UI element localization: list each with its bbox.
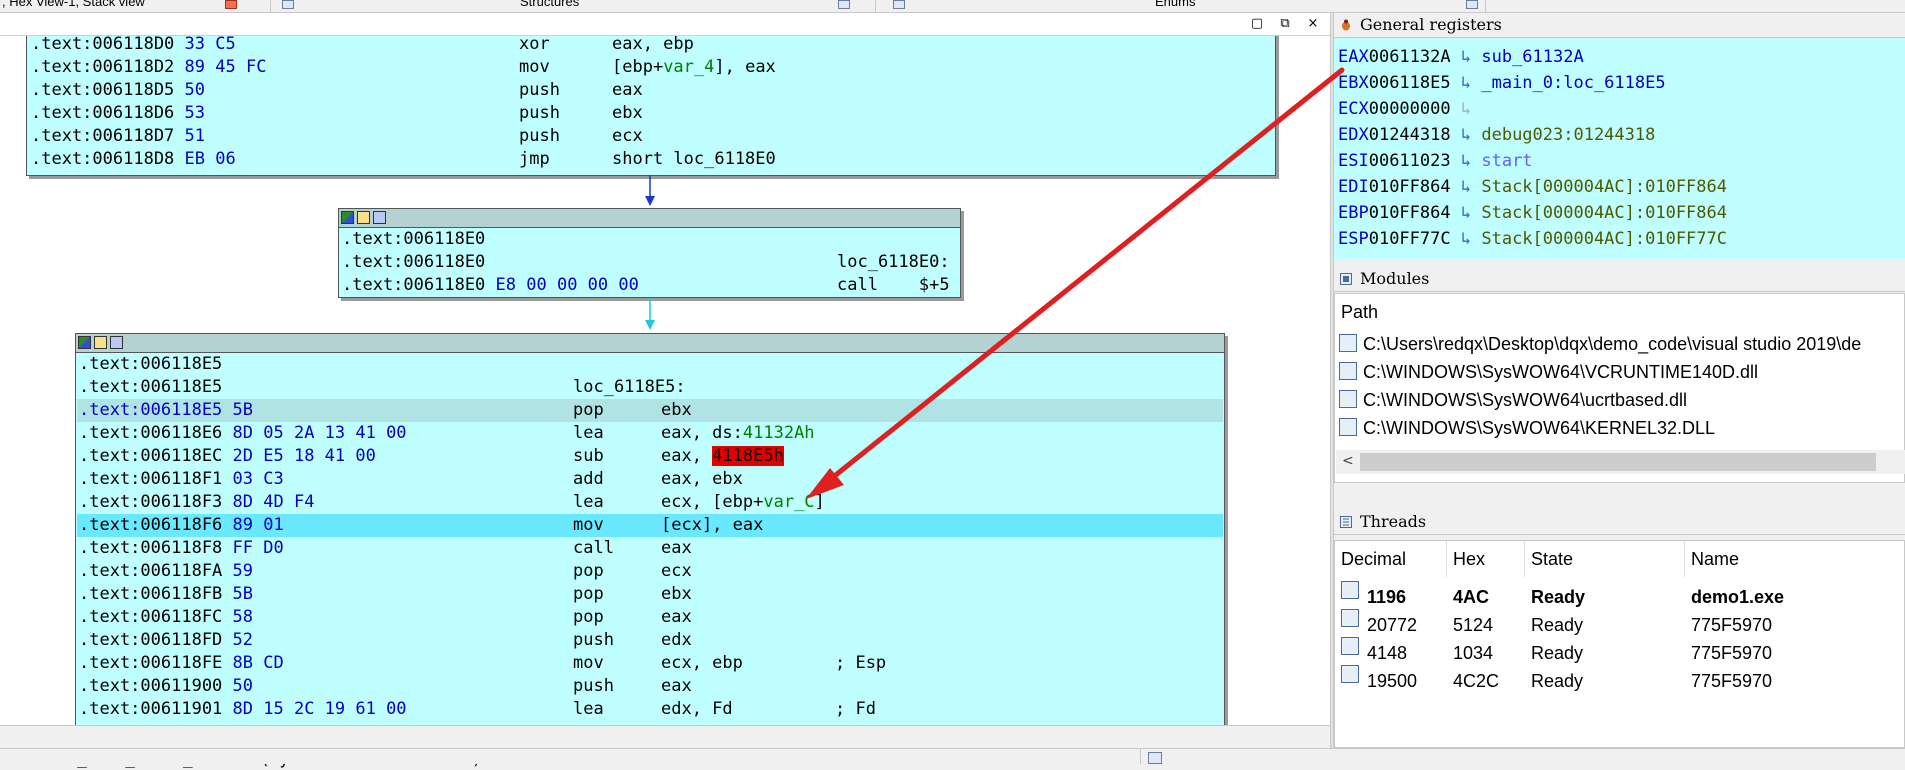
register-row[interactable]: EDX01244318 ↳ debug023:01244318 (1338, 122, 1655, 148)
enums-close-icon[interactable] (1466, 0, 1478, 9)
structures-close-icon[interactable] (838, 0, 850, 9)
graph-edges (645, 175, 655, 330)
thread-icon (1341, 581, 1359, 599)
dll-icon (1339, 390, 1357, 409)
ida-view-header: ▢ ⧉ × (0, 13, 1330, 36)
edge-arrowhead (645, 196, 655, 206)
dll-icon (1339, 334, 1357, 353)
dll-icon (1339, 418, 1357, 437)
enums-tab-icon (893, 0, 905, 9)
scroll-left-icon[interactable]: < (1342, 453, 1354, 469)
thread-row[interactable]: 19500 4C2C Ready 775F5970 (1335, 665, 1904, 695)
follow-arrow-icon: ↳ (1460, 203, 1472, 223)
thread-row[interactable]: 4148 1034 Ready 775F5970 (1335, 637, 1904, 667)
float-icon[interactable]: ⧉ (1276, 15, 1294, 33)
register-row[interactable]: EAX0061132A ↳ sub_61132A (1338, 44, 1584, 70)
follow-arrow-icon: ↳ (1460, 151, 1472, 171)
registers-panel-header: General registers (1334, 13, 1905, 38)
register-row[interactable]: EBP010FF864 ↳ Stack[000004AC]:010FF864 (1338, 200, 1727, 226)
thread-icon (1341, 665, 1359, 683)
registers-title: General registers (1360, 15, 1502, 34)
module-row[interactable]: C:\WINDOWS\SysWOW64\KERNEL32.DLL (1339, 414, 1715, 442)
register-row[interactable]: ECX00000000 ↳ (1338, 96, 1471, 122)
register-row[interactable]: EBX006118E5 ↳ _main_0:loc_6118E5 (1338, 70, 1666, 96)
register-row[interactable]: EDI010FF864 ↳ Stack[000004AC]:010FF864 (1338, 174, 1727, 200)
follow-arrow-icon: ↳ (1460, 73, 1472, 93)
stack-view-icon (1148, 752, 1162, 764)
module-row[interactable]: C:\Users\redqx\Desktop\dqx\demo_code\vis… (1339, 330, 1861, 358)
threads-title: Threads (1360, 512, 1427, 531)
bottom-tab-strip (0, 748, 1905, 764)
threads-col-decimal[interactable]: Decimal (1335, 541, 1447, 577)
modules-panel-header: Modules (1334, 267, 1905, 292)
close-icon[interactable]: × (1304, 15, 1322, 33)
register-row[interactable]: ESP010FF77C ↳ Stack[000004AC]:010FF77C (1338, 226, 1727, 252)
threads-list[interactable]: Decimal Hex State Name 1196 4AC Ready de… (1334, 540, 1905, 748)
threads-icon (1340, 516, 1352, 528)
status-bar: 18E5: _main_0:loc_6118E5 (Synchronized w… (0, 725, 1330, 768)
module-row[interactable]: C:\WINDOWS\SysWOW64\ucrtbased.dll (1339, 386, 1687, 414)
thread-icon (1341, 637, 1359, 655)
follow-arrow-icon: ↳ (1460, 47, 1472, 67)
threads-panel-header: Threads (1334, 510, 1905, 535)
module-row[interactable]: C:\WINDOWS\SysWOW64\VCRUNTIME140D.dll (1339, 358, 1758, 386)
tab-hex-view[interactable]: , Hex View-1, Stack view (2, 0, 145, 9)
follow-arrow-icon: ↳ (1460, 177, 1472, 197)
threads-col-name[interactable]: Name (1685, 541, 1904, 577)
tab-structures[interactable]: Structures (520, 0, 579, 9)
follow-arrow-icon: ↳ (1460, 99, 1472, 119)
edge-arrowhead (645, 320, 655, 330)
disassembly-graph-view[interactable]: .text:006118D0 33 C5 xor eax, ebp .text:… (0, 36, 1330, 725)
bug-icon (1342, 19, 1350, 31)
thread-icon (1341, 609, 1359, 627)
close-tab-icon[interactable] (225, 0, 237, 9)
register-row[interactable]: ESI00611023 ↳ start (1338, 148, 1533, 174)
follow-arrow-icon: ↳ (1460, 229, 1472, 249)
thread-row[interactable]: 1196 4AC Ready demo1.exe (1335, 581, 1904, 611)
follow-arrow-icon: ↳ (1460, 125, 1472, 145)
registers-list[interactable]: EAX0061132A ↳ sub_61132A EBX006118E5 ↳ _… (1334, 38, 1905, 260)
modules-title: Modules (1360, 269, 1430, 288)
threads-col-state[interactable]: State (1525, 541, 1685, 577)
structures-tab-icon (282, 0, 294, 9)
tab-enums[interactable]: Enums (1155, 0, 1195, 9)
modules-path-header[interactable]: Path (1341, 302, 1378, 323)
thread-row[interactable]: 20772 5124 Ready 775F5970 (1335, 609, 1904, 639)
threads-col-hex[interactable]: Hex (1447, 541, 1525, 577)
tab-strip: , Hex View-1, Stack view Structures Enum… (0, 0, 1905, 13)
dll-icon (1339, 362, 1357, 381)
modules-icon (1340, 273, 1352, 285)
modules-horizontal-scrollbar[interactable]: < (1336, 450, 1905, 474)
scrollbar-thumb[interactable] (1360, 453, 1876, 471)
restore-icon[interactable]: ▢ (1248, 15, 1266, 33)
